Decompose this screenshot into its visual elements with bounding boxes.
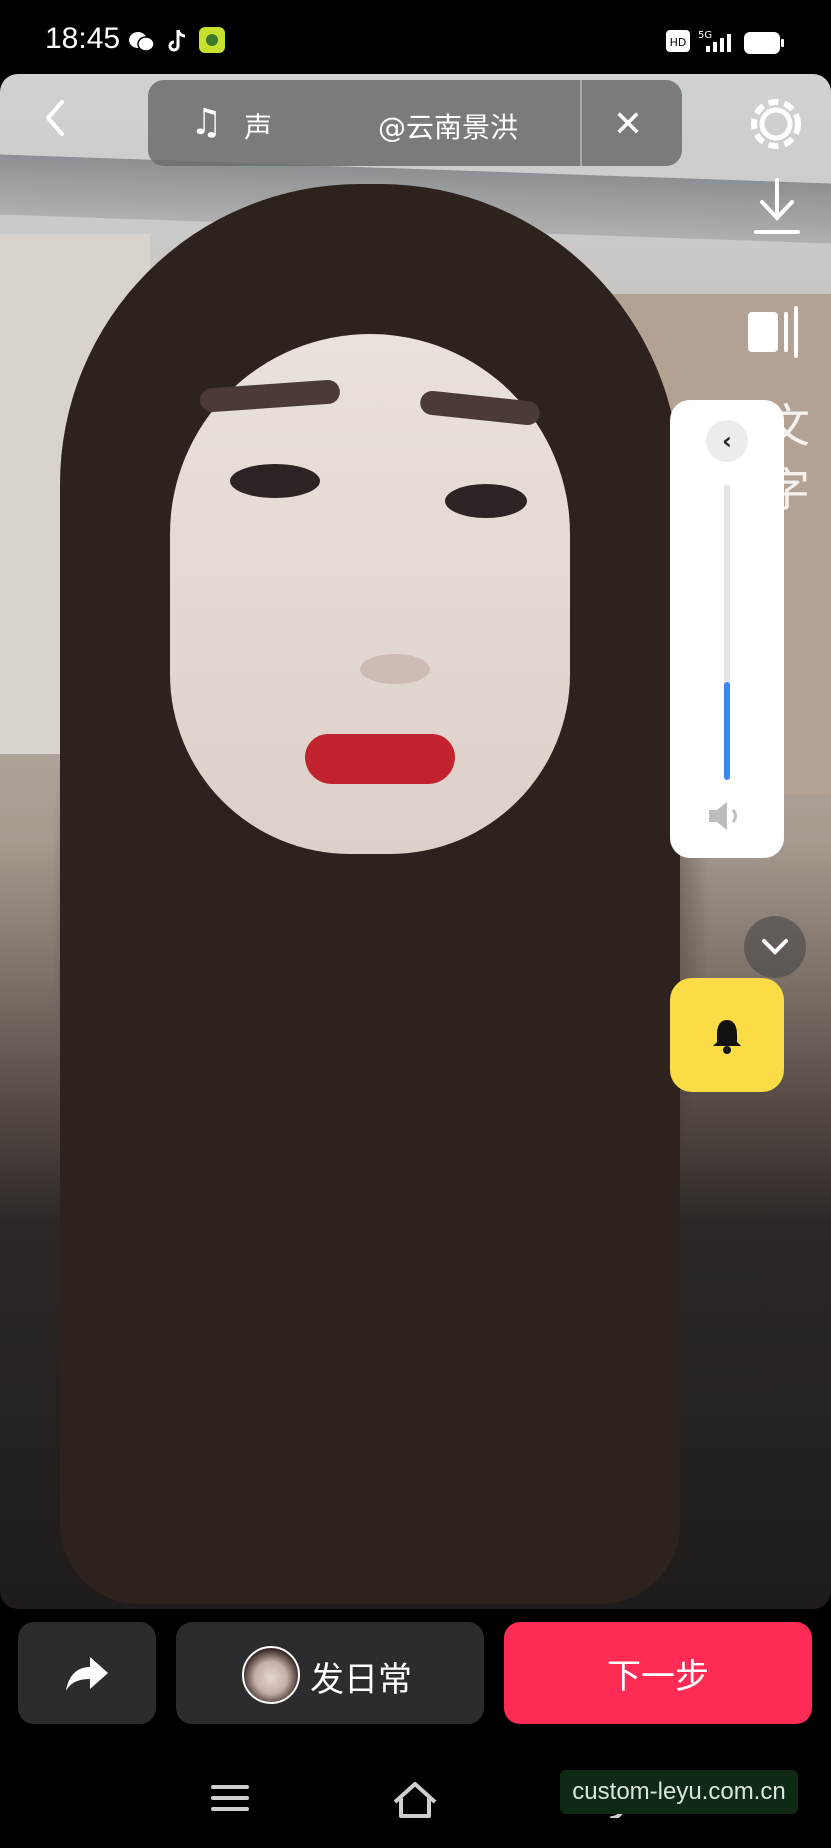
avatar bbox=[242, 1646, 300, 1704]
subject-eye bbox=[230, 464, 320, 498]
menu-icon[interactable] bbox=[210, 1782, 250, 1814]
chevron-down-icon bbox=[762, 939, 788, 955]
watermark: custom-leyu.com.cn bbox=[560, 1770, 798, 1814]
battery-icon bbox=[744, 32, 784, 54]
music-note-icon: ♫ bbox=[190, 102, 223, 143]
share-button[interactable] bbox=[18, 1622, 156, 1724]
collapse-button[interactable]: ‹ bbox=[706, 420, 748, 462]
svg-text:5G: 5G bbox=[698, 30, 712, 41]
hd-icon: HD bbox=[666, 30, 690, 52]
status-bar: 18:45 HD 5G bbox=[0, 0, 831, 74]
subject-lips bbox=[305, 734, 455, 784]
camera-preview[interactable]: ♫ 声 @云南景洪 ✕ 文 字 ‹ bbox=[0, 74, 831, 1609]
volume-panel: ‹ bbox=[670, 400, 784, 858]
music-divider bbox=[580, 80, 582, 166]
volume-slider[interactable] bbox=[724, 484, 730, 780]
next-step-button[interactable]: 下一步 bbox=[504, 1622, 812, 1724]
system-navbar: custom-leyu.com.cn bbox=[0, 1760, 831, 1848]
music-title: 声 bbox=[244, 111, 273, 144]
volume-slider-fill bbox=[724, 682, 730, 780]
post-daily-label: 发日常 bbox=[310, 1660, 412, 1700]
tiktok-icon bbox=[168, 29, 186, 52]
bell-icon bbox=[713, 1020, 741, 1054]
wechat-icon bbox=[129, 32, 155, 52]
music-selector[interactable]: ♫ 声 @云南景洪 ✕ bbox=[148, 80, 682, 166]
back-icon[interactable] bbox=[36, 98, 76, 138]
app-icon bbox=[199, 27, 225, 53]
svg-text:HD: HD bbox=[670, 36, 687, 49]
post-daily-button[interactable]: 发日常 bbox=[176, 1622, 484, 1724]
close-icon[interactable]: ✕ bbox=[600, 96, 656, 152]
filter-icon[interactable] bbox=[746, 306, 804, 358]
music-author: @云南景洪 bbox=[378, 111, 519, 144]
speaker-icon[interactable] bbox=[705, 798, 749, 834]
home-icon[interactable] bbox=[392, 1780, 438, 1820]
subject-eye bbox=[445, 484, 527, 518]
download-icon[interactable] bbox=[752, 176, 802, 238]
settings-icon[interactable] bbox=[744, 92, 808, 156]
notification-button[interactable] bbox=[670, 978, 784, 1092]
expand-button[interactable] bbox=[744, 916, 806, 978]
share-arrow-icon bbox=[66, 1657, 108, 1691]
5g-signal-icon: 5G bbox=[698, 30, 731, 52]
subject-nose bbox=[360, 654, 430, 684]
status-time: 18:45 bbox=[45, 22, 121, 55]
